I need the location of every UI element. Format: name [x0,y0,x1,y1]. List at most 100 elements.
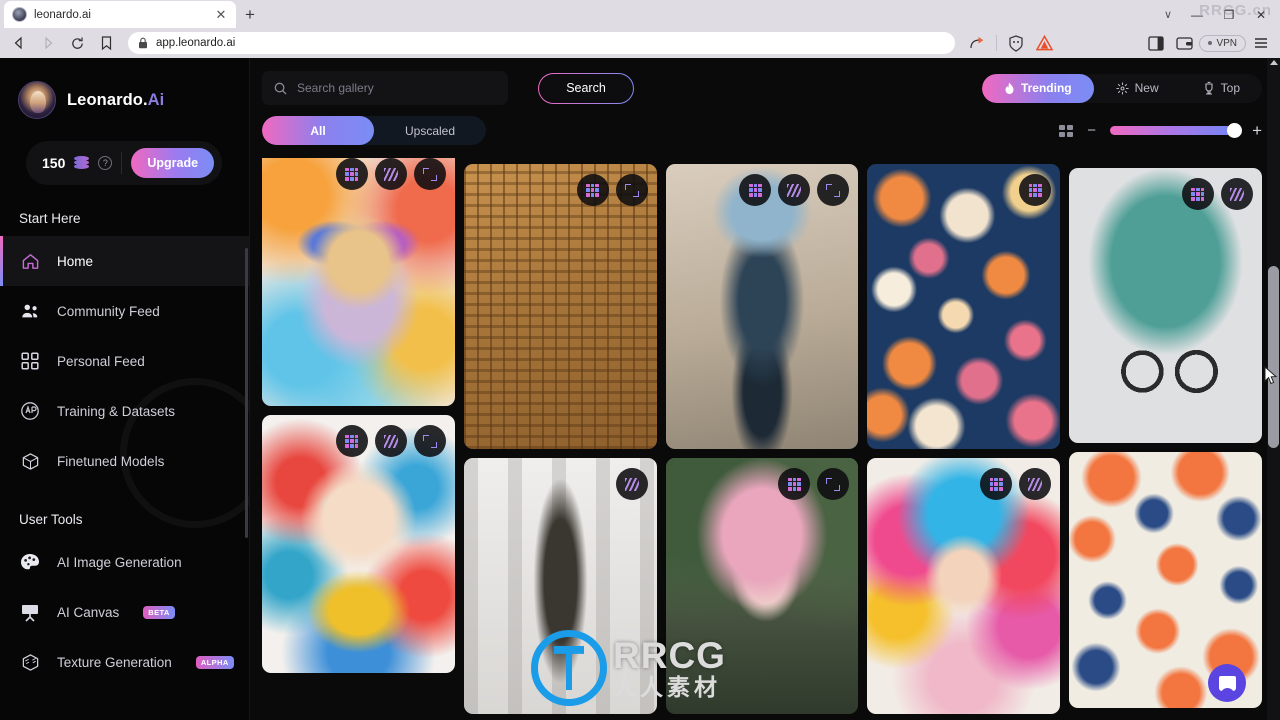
gallery-card-blue-hair-warrior[interactable] [665,164,859,449]
share-icon[interactable] [964,31,990,55]
expand-icon[interactable] [615,174,648,206]
variation-icon[interactable] [1220,178,1253,210]
sidebar-item-home[interactable]: Home [0,236,249,286]
brand[interactable]: Leonardo.Ai [0,58,249,119]
filter-upscaled[interactable]: Upscaled [374,116,486,145]
training-icon [19,400,41,422]
zoom-controls: − + [1059,121,1262,141]
leo-ai-icon[interactable] [1031,31,1057,55]
sidebar-item-training-datasets[interactable]: Training & Datasets [0,386,249,436]
minimize-button[interactable]: — [1182,2,1212,28]
close-icon[interactable]: ✕ [214,8,228,21]
tab-label: New [1134,81,1159,95]
gallery-card-koala-bicycle[interactable] [1069,168,1262,443]
variation-icon[interactable] [1019,468,1052,500]
sidebar-item-community-feed[interactable]: Community Feed [0,286,249,336]
brand-name-main: Leonardo. [67,90,148,109]
upscale-icon[interactable] [980,468,1013,500]
variation-icon[interactable] [615,468,648,500]
wallet-icon[interactable] [1171,31,1197,55]
bookmark-icon[interactable] [93,31,119,55]
help-icon[interactable]: ? [98,156,113,170]
expand-icon[interactable] [817,174,850,206]
zoom-out-button[interactable]: − [1087,122,1096,139]
section-title-start-here: Start Here [19,211,81,226]
upscale-icon[interactable] [778,468,811,500]
image-gallery[interactable] [250,158,1280,720]
shield-icon[interactable] [1003,31,1029,55]
menu-icon[interactable] [1248,31,1274,55]
scrollbar-thumb[interactable] [1268,266,1279,448]
variation-icon[interactable] [778,174,811,206]
upgrade-button[interactable]: Upgrade [131,148,215,178]
home-icon [19,250,41,272]
variation-icon[interactable] [374,158,407,190]
community-icon [19,300,41,322]
gallery-card-floral-pattern-navy[interactable] [867,164,1061,449]
filter-all[interactable]: All [262,116,374,145]
close-window-button[interactable]: ✕ [1246,2,1276,28]
upscale-icon[interactable] [739,174,772,206]
sidebar-item-ai-image-generation[interactable]: AI Image Generation [0,537,249,587]
reload-icon[interactable] [64,31,90,55]
card-actions [739,174,850,206]
sidebar-scrollbar[interactable] [245,248,248,538]
window-controls: ∨ — ❐ ✕ [1156,1,1280,28]
intercom-chat-button[interactable] [1208,664,1246,702]
zoom-in-button[interactable]: + [1252,121,1262,141]
scroll-up-icon[interactable] [1270,60,1278,65]
upscale-icon[interactable] [335,158,368,190]
slider-knob[interactable] [1227,123,1243,138]
upscale-icon[interactable] [576,174,609,206]
card-actions [1181,178,1253,210]
search-button[interactable]: Search [538,73,634,104]
variation-icon[interactable] [374,425,407,457]
zoom-slider[interactable] [1110,123,1243,138]
upscale-icon[interactable] [1181,178,1214,210]
vpn-button[interactable]: VPN [1199,34,1246,52]
filter-segmented-control: All Upscaled [262,116,486,145]
maximize-button[interactable]: ❐ [1214,2,1244,28]
palette-icon [19,551,41,573]
address-bar[interactable]: app.leonardo.ai [128,32,956,54]
gallery-card-candy-hair-woman[interactable] [867,458,1061,714]
back-icon[interactable] [6,31,32,55]
trophy-icon [1205,81,1213,95]
browser-tab[interactable]: leonardo.ai ✕ [4,1,236,28]
sidebar-item-texture-generation[interactable]: Texture Generation ALPHA [0,637,249,687]
gallery-card-lion-watercolor[interactable] [262,158,455,406]
sidebar-item-label: Community Feed [57,303,160,319]
vpn-label: VPN [1216,37,1237,49]
expand-icon[interactable] [817,468,850,500]
gallery-column [262,158,455,714]
expand-icon[interactable] [413,425,446,457]
grid-density-icon[interactable] [1059,124,1074,137]
toolbar-row-search: Search gallery Search Trending New Top [262,71,1262,105]
gallery-card-pink-hair-fairy[interactable] [665,458,859,714]
toolbar-row-filters: All Upscaled − + [262,116,1262,145]
masonry-columns [250,158,1280,714]
search-input[interactable]: Search gallery [262,71,508,105]
gallery-column [665,158,859,714]
chevron-down-icon[interactable]: ∨ [1156,8,1180,21]
new-tab-button[interactable]: + [236,1,264,28]
tab-trending[interactable]: Trending [981,73,1094,103]
page-scrollbar[interactable] [1267,58,1280,720]
sidebar-item-personal-feed[interactable]: Personal Feed [0,336,249,386]
forward-icon [35,31,61,55]
upscale-icon[interactable] [335,425,368,457]
upscale-icon[interactable] [1019,174,1052,206]
sidebar-item-finetuned-models[interactable]: Finetuned Models [0,436,249,486]
gallery-card-girl-glasses-backpack[interactable] [262,415,455,673]
sidebar-item-ai-canvas[interactable]: AI Canvas BETA [0,587,249,637]
gallery-card-egyptian-hieroglyphs[interactable] [463,164,657,449]
credits-box: 150 ? Upgrade [26,141,222,185]
gallery-column [463,158,657,714]
sidebar-item-label: AI Canvas [57,604,120,620]
leonardo-logo-icon [18,81,56,119]
gallery-card-character-sheet-warrior[interactable] [463,458,657,714]
tab-new[interactable]: New [1094,74,1181,103]
expand-icon[interactable] [413,158,446,190]
sidebar-panel-icon[interactable] [1143,31,1169,55]
tab-top[interactable]: Top [1181,74,1262,103]
